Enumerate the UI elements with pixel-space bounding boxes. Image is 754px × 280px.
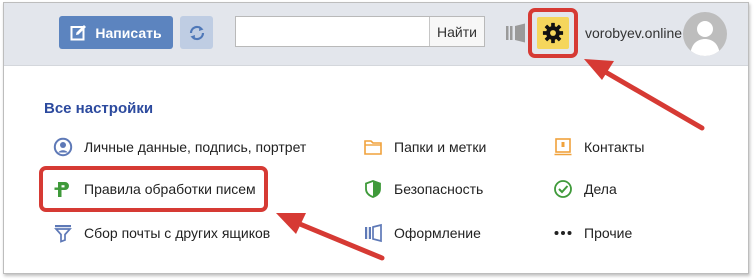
settings-item-folders[interactable]: Папки и метки bbox=[363, 137, 486, 157]
gear-icon bbox=[542, 22, 564, 44]
shield-icon bbox=[365, 180, 381, 198]
settings-item-label: Прочие bbox=[584, 225, 633, 241]
settings-window: Написать Найти vorobyev.online Все настр… bbox=[3, 2, 749, 274]
more-dots-icon bbox=[554, 231, 572, 235]
avatar[interactable] bbox=[683, 12, 727, 56]
refresh-button[interactable] bbox=[180, 16, 213, 49]
settings-item-theme[interactable]: Оформление bbox=[363, 223, 481, 243]
checkmark-icon bbox=[554, 180, 572, 198]
settings-item-security[interactable]: Безопасность bbox=[363, 179, 483, 199]
user-name[interactable]: vorobyev.online bbox=[585, 25, 682, 41]
settings-item-label: Безопасность bbox=[394, 181, 484, 197]
panel-toggle-icon[interactable] bbox=[505, 23, 527, 43]
search-input[interactable] bbox=[236, 17, 429, 46]
person-circle-icon bbox=[53, 137, 73, 157]
settings-item-label: Дела bbox=[584, 181, 617, 197]
settings-item-tasks[interactable]: Дела bbox=[553, 179, 617, 199]
settings-item-label: Оформление bbox=[394, 225, 481, 241]
settings-button[interactable] bbox=[537, 17, 569, 49]
settings-item-rules[interactable]: Правила обработки писем bbox=[53, 179, 256, 199]
contacts-icon bbox=[554, 138, 572, 156]
settings-item-label: Сбор почты с других ящиков bbox=[84, 225, 271, 241]
settings-title: Все настройки bbox=[44, 100, 154, 117]
folder-icon bbox=[364, 140, 382, 155]
funnel-icon bbox=[54, 225, 72, 243]
settings-item-personal[interactable]: Личные данные, подпись, портрет bbox=[53, 137, 306, 157]
settings-item-collectors[interactable]: Сбор почты с других ящиков bbox=[53, 223, 270, 243]
compose-button[interactable]: Написать bbox=[59, 16, 173, 49]
user-silhouette-icon bbox=[690, 21, 720, 56]
top-bar: Написать Найти vorobyev.online bbox=[4, 3, 748, 66]
refresh-icon bbox=[189, 25, 204, 40]
compose-label: Написать bbox=[95, 24, 162, 41]
search-button[interactable]: Найти bbox=[429, 17, 484, 46]
search-box: Найти bbox=[235, 16, 485, 47]
theme-icon bbox=[365, 223, 382, 243]
settings-item-label: Личные данные, подпись, портрет bbox=[84, 139, 307, 155]
settings-item-contacts[interactable]: Контакты bbox=[553, 137, 644, 157]
settings-item-label: Контакты bbox=[584, 139, 645, 155]
settings-item-label: Папки и метки bbox=[394, 139, 487, 155]
pencil-icon bbox=[70, 24, 87, 40]
settings-item-other[interactable]: Прочие bbox=[553, 223, 632, 243]
rules-icon bbox=[54, 182, 69, 197]
settings-item-label: Правила обработки писем bbox=[84, 181, 256, 197]
